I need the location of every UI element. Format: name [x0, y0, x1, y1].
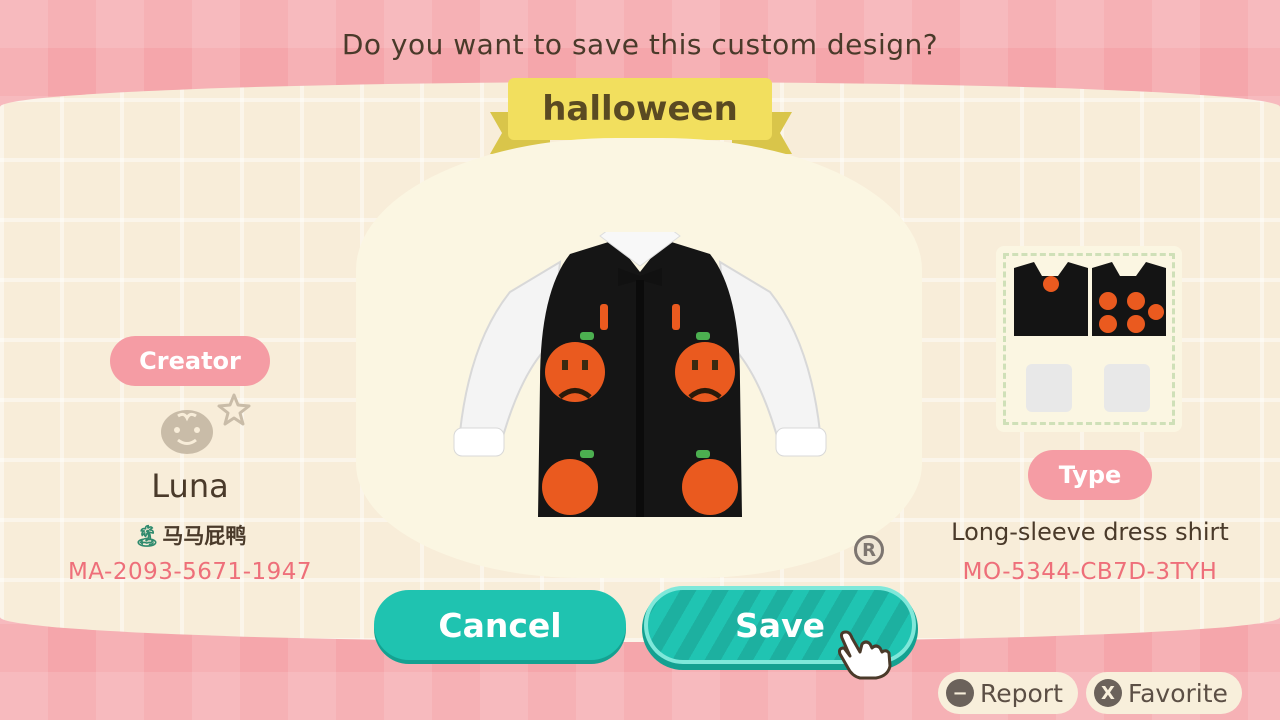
shirt-preview-image [453, 232, 827, 517]
report-label: Report [980, 678, 1063, 708]
cancel-button[interactable]: Cancel [374, 590, 626, 660]
island-icon: 🏝 [133, 524, 161, 548]
design-type: Long-sleeve dress shirt [951, 518, 1229, 546]
save-prompt: Do you want to save this custom design? [341, 28, 939, 61]
registered-icon: R [854, 535, 884, 565]
creator-code: MA-2093-5671-1947 [67, 559, 313, 585]
pattern-parts-preview [996, 246, 1182, 432]
report-hint[interactable]: − Report [938, 672, 1078, 714]
design-name-ribbon: halloween [508, 78, 772, 140]
pattern-parts-image [1014, 262, 1166, 412]
type-label-pill: Type [1028, 450, 1152, 500]
type-label: Type [1058, 461, 1122, 489]
favorite-hint[interactable]: X Favorite [1086, 672, 1242, 714]
creator-label-pill: Creator [110, 336, 270, 386]
island-name: 马马屁鸭 [162, 524, 247, 548]
x-button-icon: X [1094, 679, 1122, 707]
star-icon [217, 393, 251, 426]
villager-face-icon [161, 410, 213, 454]
creator-label: Creator [139, 347, 241, 375]
design-code: MO-5344-CB7D-3TYH [962, 559, 1218, 585]
hand-cursor-icon [838, 630, 892, 680]
minus-button-icon: − [946, 679, 974, 707]
design-name: halloween [542, 89, 738, 129]
favorite-label: Favorite [1128, 678, 1228, 708]
creator-island: 🏝马马屁鸭 [110, 520, 270, 550]
creator-name: Luna [151, 467, 229, 505]
